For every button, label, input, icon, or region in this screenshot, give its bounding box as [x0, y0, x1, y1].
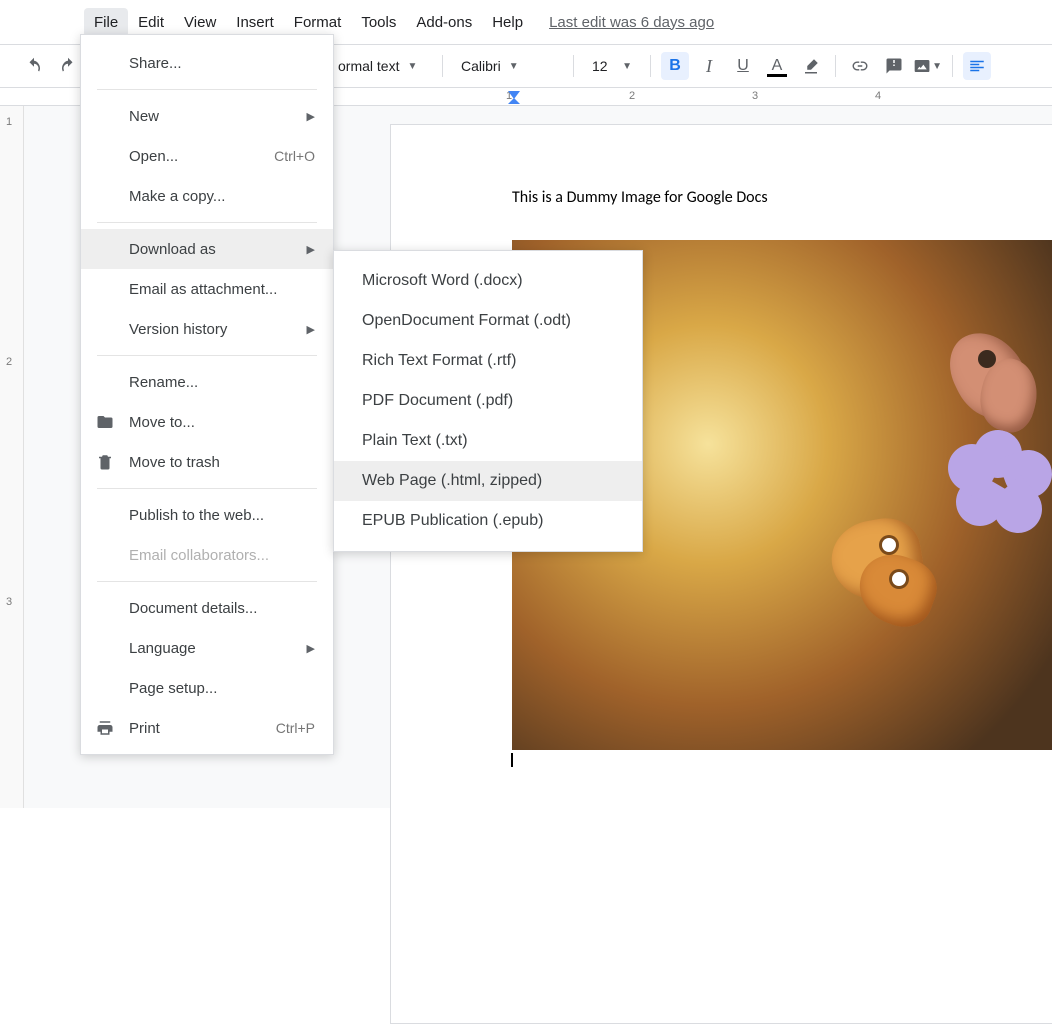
menu-edit[interactable]: Edit	[128, 8, 174, 37]
menu-format[interactable]: Format	[284, 8, 352, 37]
submenu-item-rtf[interactable]: Rich Text Format (.rtf)	[334, 341, 642, 381]
chevron-down-icon: ▼	[407, 61, 417, 72]
shortcut-label: Ctrl+O	[274, 148, 315, 164]
chevron-down-icon: ▼	[622, 61, 632, 72]
text-cursor	[511, 753, 513, 767]
bold-button[interactable]: B	[661, 52, 689, 80]
menu-publish-web[interactable]: Publish to the web...	[81, 495, 333, 535]
menu-new[interactable]: New ▶	[81, 96, 333, 136]
submenu-arrow-icon: ▶	[307, 323, 315, 336]
font-size-select[interactable]: 12 ▼	[584, 58, 640, 74]
folder-icon	[95, 412, 115, 432]
file-menu-dropdown: Share... New ▶ Open... Ctrl+O Make a cop…	[80, 34, 334, 755]
menu-move-to[interactable]: Move to...	[81, 402, 333, 442]
menu-download-as[interactable]: Download as ▶	[81, 229, 333, 269]
insert-link-button[interactable]	[846, 52, 874, 80]
document-body-text[interactable]: This is a Dummy Image for Google Docs	[512, 188, 768, 207]
submenu-item-html[interactable]: Web Page (.html, zipped)	[334, 461, 642, 501]
separator	[573, 55, 574, 77]
menu-email-attachment[interactable]: Email as attachment...	[81, 269, 333, 309]
ruler-tick: 1	[509, 88, 632, 106]
ruler-tick: 3	[6, 596, 12, 608]
menu-version-history[interactable]: Version history ▶	[81, 309, 333, 349]
menu-document-details[interactable]: Document details...	[81, 588, 333, 628]
menu-addons[interactable]: Add-ons	[406, 8, 482, 37]
undo-button[interactable]	[20, 52, 48, 80]
menu-make-copy[interactable]: Make a copy...	[81, 176, 333, 216]
butterfly-shape	[822, 520, 952, 630]
menu-insert[interactable]: Insert	[226, 8, 284, 37]
vertical-ruler: 1 2 3	[0, 106, 24, 808]
submenu-item-pdf[interactable]: PDF Document (.pdf)	[334, 381, 642, 421]
menu-share[interactable]: Share...	[81, 43, 333, 83]
paragraph-style-select[interactable]: ormal text ▼	[330, 58, 432, 74]
menu-file[interactable]: File	[84, 8, 128, 37]
ruler-tick: 2	[632, 88, 755, 106]
submenu-arrow-icon: ▶	[307, 243, 315, 256]
ruler-tick: 2	[6, 356, 12, 368]
redo-button[interactable]	[54, 52, 82, 80]
submenu-item-odt[interactable]: OpenDocument Format (.odt)	[334, 301, 642, 341]
chevron-down-icon: ▼	[932, 61, 942, 72]
separator	[442, 55, 443, 77]
menu-email-collaborators: Email collaborators...	[81, 535, 333, 575]
menu-move-to-trash[interactable]: Move to trash	[81, 442, 333, 482]
font-size-value: 12	[592, 58, 608, 74]
submenu-arrow-icon: ▶	[307, 642, 315, 655]
butterfly-shape	[934, 320, 1052, 440]
print-icon	[95, 718, 115, 738]
menu-tools[interactable]: Tools	[351, 8, 406, 37]
menu-open[interactable]: Open... Ctrl+O	[81, 136, 333, 176]
submenu-item-epub[interactable]: EPUB Publication (.epub)	[334, 501, 642, 541]
separator	[650, 55, 651, 77]
ruler-tick: 4	[878, 88, 1001, 106]
paragraph-style-label: ormal text	[338, 58, 399, 74]
trash-icon	[95, 452, 115, 472]
insert-comment-button[interactable]	[880, 52, 908, 80]
align-left-button[interactable]	[963, 52, 991, 80]
menu-view[interactable]: View	[174, 8, 226, 37]
separator	[835, 55, 836, 77]
menu-page-setup[interactable]: Page setup...	[81, 668, 333, 708]
chevron-down-icon: ▼	[509, 61, 519, 72]
underline-button[interactable]: U	[729, 52, 757, 80]
font-family-select[interactable]: Calibri ▼	[453, 58, 563, 74]
ruler-tick: 3	[755, 88, 878, 106]
separator	[952, 55, 953, 77]
text-color-button[interactable]: A	[763, 52, 791, 80]
insert-image-button[interactable]: ▼	[914, 52, 942, 80]
menu-print[interactable]: Print Ctrl+P	[81, 708, 333, 748]
submenu-item-txt[interactable]: Plain Text (.txt)	[334, 421, 642, 461]
ruler-tick: 1	[6, 116, 12, 128]
flower-shape	[944, 430, 1052, 550]
italic-button[interactable]: I	[695, 52, 723, 80]
menu-language[interactable]: Language ▶	[81, 628, 333, 668]
indent-marker-icon[interactable]	[508, 98, 520, 104]
menu-rename[interactable]: Rename...	[81, 362, 333, 402]
font-family-label: Calibri	[461, 58, 501, 74]
highlight-button[interactable]	[797, 52, 825, 80]
submenu-item-docx[interactable]: Microsoft Word (.docx)	[334, 261, 642, 301]
submenu-arrow-icon: ▶	[307, 110, 315, 123]
shortcut-label: Ctrl+P	[276, 720, 315, 736]
last-edit-link[interactable]: Last edit was 6 days ago	[549, 14, 714, 31]
menu-help[interactable]: Help	[482, 8, 533, 37]
download-as-submenu: Microsoft Word (.docx) OpenDocument Form…	[333, 250, 643, 552]
